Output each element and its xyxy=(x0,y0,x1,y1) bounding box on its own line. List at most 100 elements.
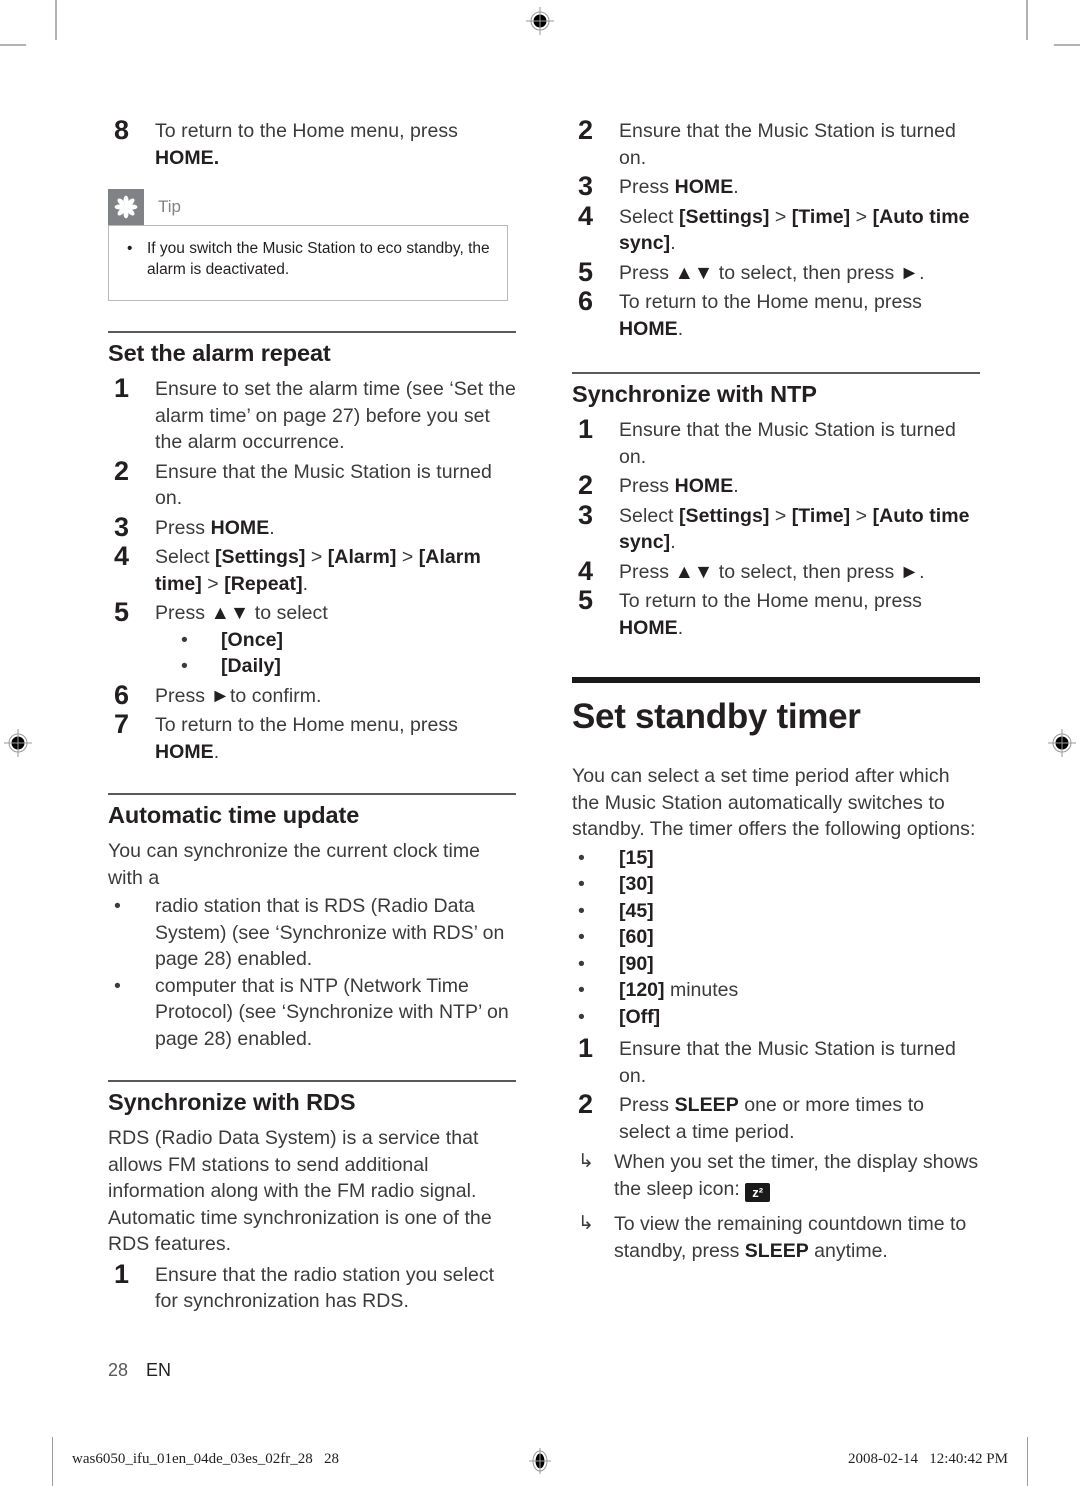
alarm-repeat-step-list: 1 Ensure to set the alarm time (see ‘Set … xyxy=(108,373,516,765)
text-run: Ensure that the Music Station is turned … xyxy=(155,460,492,510)
language-code: EN xyxy=(146,1360,172,1380)
text-run: Ensure to set the alarm time (see ‘Set t… xyxy=(155,378,516,453)
text-run: Press xyxy=(619,261,675,284)
list-item-text: [90] xyxy=(619,953,654,975)
step-text: Select [Settings] > [Alarm] > [Alarm tim… xyxy=(155,546,481,595)
chapter-divider xyxy=(572,677,980,683)
step-text: Press HOME. xyxy=(619,176,739,198)
bullet-glyph: • xyxy=(114,974,121,997)
emphasis-label: ► xyxy=(899,261,920,284)
step-number: 5 xyxy=(114,597,130,627)
step-number: 1 xyxy=(114,373,130,403)
step-item: 6 Press ►to confirm. xyxy=(108,679,516,710)
emphasis-label: [Settings] xyxy=(678,504,770,527)
step-text: Press ▲▼ to select, then press ►. xyxy=(619,561,925,583)
emphasis-label: ▲▼ xyxy=(674,261,714,284)
step-number: 2 xyxy=(114,455,130,486)
text-run: When you set the timer, the display show… xyxy=(614,1151,979,1200)
list-item-text: [60] xyxy=(619,926,654,948)
step-text: Ensure that the radio station you select… xyxy=(155,1264,494,1313)
text-run: Select xyxy=(619,504,679,527)
bullet-glyph: • xyxy=(181,628,188,651)
tip-box: Tip • If you switch the Music Station to… xyxy=(108,189,508,301)
bullet-glyph: • xyxy=(127,240,133,257)
section-set-the-alarm-repeat: Set the alarm repeat 1 Ensure to set the … xyxy=(108,331,516,765)
step-item: 1 Ensure that the Music Station is turned… xyxy=(572,414,980,470)
step-number: 2 xyxy=(578,470,594,500)
text-run: . xyxy=(670,232,676,254)
bullet-glyph: • xyxy=(578,979,585,1001)
step-item: 5 Press ▲▼ to select, then press ►. xyxy=(572,257,980,287)
text-run: . xyxy=(269,516,275,539)
step-item: 7 To return to the Home menu, press HOME. xyxy=(108,709,516,765)
option-label: [120] xyxy=(619,979,665,1001)
bullet-glyph: • xyxy=(578,926,585,948)
step-item: 4 Press ▲▼ to select, then press ►. xyxy=(572,556,980,586)
step-item: 1 Ensure that the radio station you selec… xyxy=(108,1258,516,1315)
text-run: anytime. xyxy=(808,1239,888,1262)
section-divider xyxy=(108,793,516,795)
standby-timer-step-list: 1 Ensure that the Music Station is turned… xyxy=(572,1033,980,1145)
emphasis-label: HOME xyxy=(210,516,270,539)
list-item: • [45] xyxy=(572,898,980,925)
step-item: 2 Ensure that the Music Station is turned… xyxy=(572,115,980,171)
tip-bullet-item: • If you switch the Music Station to eco… xyxy=(123,238,493,280)
step-item: 1 Ensure that the Music Station is turned… xyxy=(572,1033,980,1089)
section-heading: Automatic time update xyxy=(108,802,360,828)
step-item: 8 To return to the Home menu, press HOME… xyxy=(108,115,516,171)
option-label: [Daily] xyxy=(221,655,281,677)
key-label: HOME. xyxy=(155,146,220,169)
footer-rule-left xyxy=(52,1437,53,1486)
section-heading: Set the alarm repeat xyxy=(108,340,331,366)
list-item: • [Once] xyxy=(155,627,516,654)
registration-target-icon-footer xyxy=(525,1446,555,1481)
page-number: 28 xyxy=(108,1360,129,1380)
list-item: • [60] xyxy=(572,924,980,951)
step-number: 3 xyxy=(114,511,130,542)
emphasis-label: [Time] xyxy=(791,205,851,228)
standby-timer-note-list: ↳ When you set the timer, the display sho… xyxy=(572,1149,980,1264)
step-item: 5 To return to the Home menu, press HOME. xyxy=(572,585,980,641)
bullet-glyph: • xyxy=(578,846,585,869)
right-column: 2 Ensure that the Music Station is turned… xyxy=(572,115,980,1318)
text-run: Ensure that the Music Station is turned … xyxy=(619,419,956,468)
step-text: Select [Settings] > [Time] > [Auto time … xyxy=(619,206,970,255)
left-column: 8 To return to the Home menu, press HOME… xyxy=(108,115,516,1318)
emphasis-label: ▲▼ xyxy=(210,602,250,624)
text-run: . xyxy=(302,572,309,595)
step-text: To return to the Home menu, press HOME. xyxy=(619,291,922,340)
text-run: to select, then press xyxy=(713,261,900,284)
text-run: > xyxy=(850,205,873,228)
text-run: to select xyxy=(249,602,328,624)
footer-rule-right xyxy=(1027,1437,1028,1486)
step-number: 7 xyxy=(114,709,130,739)
step-text: Ensure that the Music Station is turned … xyxy=(619,1038,956,1087)
list-item-text: radio station that is RDS (Radio Data Sy… xyxy=(155,895,505,970)
section-divider xyxy=(108,331,516,333)
text-run: . xyxy=(677,616,684,639)
step-number: 6 xyxy=(114,679,130,710)
bullet-glyph: • xyxy=(578,899,585,922)
option-label: [45] xyxy=(619,899,654,922)
text-run: Press xyxy=(619,560,675,583)
list-item: • radio station that is RDS (Radio Data S… xyxy=(108,893,516,973)
text-run: Press xyxy=(155,684,211,707)
list-item-text: [120] minutes xyxy=(619,979,738,1001)
text-run: Press xyxy=(155,602,211,624)
list-item-text: [15] xyxy=(619,847,654,869)
list-item: • [120] minutes xyxy=(572,977,980,1004)
emphasis-label: HOME xyxy=(619,317,678,340)
text-run: . xyxy=(677,317,684,340)
step-item: 5 Press ▲▼ to select • [Once] • [Daily] xyxy=(108,597,516,680)
step-text: Press ▲▼ to select xyxy=(155,602,328,624)
step-text-line: To return to the Home menu, press xyxy=(155,120,458,142)
step-item: 3 Select [Settings] > [Time] > [Auto time… xyxy=(572,500,980,556)
text-run: Ensure that the Music Station is turned … xyxy=(619,120,956,169)
emphasis-label: ▲▼ xyxy=(674,560,714,583)
text-run: Ensure that the Music Station is turned … xyxy=(619,1038,956,1087)
text-run: Select xyxy=(619,205,679,228)
note-item: ↳ To view the remaining countdown time to… xyxy=(572,1211,980,1264)
option-label: [Once] xyxy=(221,628,284,651)
emphasis-label: ► xyxy=(210,684,230,707)
step-number: 1 xyxy=(114,1258,130,1289)
